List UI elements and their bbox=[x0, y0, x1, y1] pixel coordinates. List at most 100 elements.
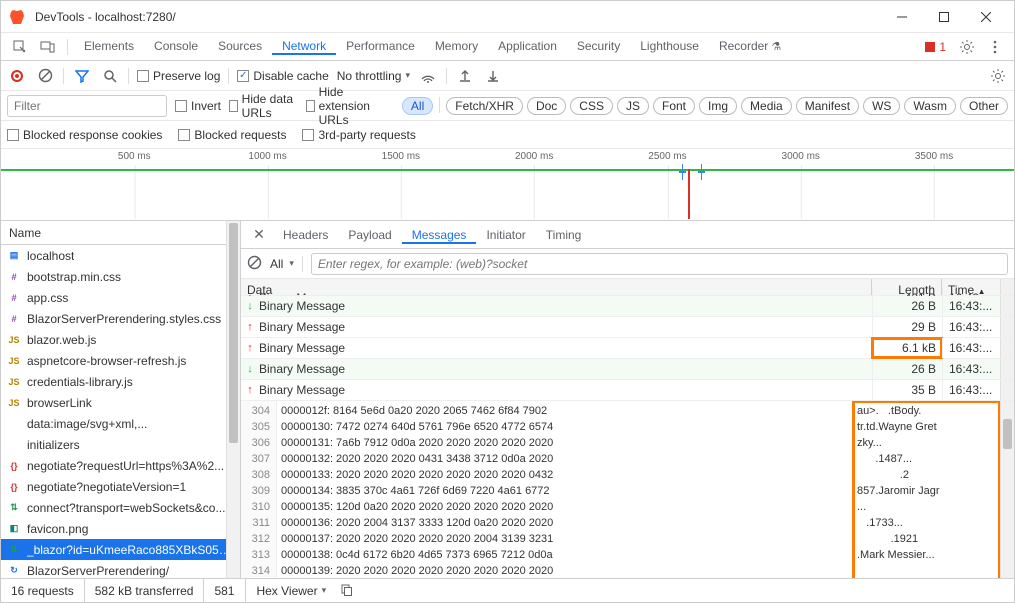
error-count-badge[interactable]: 1 bbox=[919, 40, 952, 54]
disable-cache-checkbox[interactable]: ✓Disable cache bbox=[237, 69, 328, 83]
hex-viewer-toggle[interactable]: Hex Viewer▾ bbox=[246, 584, 336, 598]
network-settings-icon[interactable] bbox=[988, 66, 1008, 86]
request-name: BlazorServerPrerendering.styles.css bbox=[27, 312, 221, 326]
type-pill-img[interactable]: Img bbox=[699, 97, 737, 115]
export-icon[interactable] bbox=[483, 66, 503, 86]
network-conditions-icon[interactable] bbox=[418, 66, 438, 86]
copy-icon[interactable] bbox=[340, 583, 353, 599]
panel-tab-elements[interactable]: Elements bbox=[74, 39, 144, 53]
more-icon[interactable] bbox=[982, 34, 1008, 60]
blocked-requests-checkbox[interactable]: Blocked requests bbox=[178, 128, 286, 142]
request-row[interactable]: ⇅connect?transport=webSockets&co... bbox=[1, 497, 240, 518]
status-requests: 16 requests bbox=[1, 579, 85, 602]
request-row[interactable]: JSbrowserLink bbox=[1, 392, 240, 413]
request-row[interactable]: data:image/svg+xml,... bbox=[1, 413, 240, 434]
titlebar: DevTools - localhost:7280/ bbox=[1, 1, 1014, 33]
type-pill-media[interactable]: Media bbox=[741, 97, 792, 115]
type-pill-font[interactable]: Font bbox=[653, 97, 695, 115]
panel-tab-memory[interactable]: Memory bbox=[425, 39, 488, 53]
clear-messages-icon[interactable] bbox=[247, 255, 262, 273]
type-pill-js[interactable]: JS bbox=[617, 97, 649, 115]
sidebar-scrollbar[interactable] bbox=[226, 221, 240, 578]
type-pill-css[interactable]: CSS bbox=[570, 97, 613, 115]
timeline-tick: 2500 ms bbox=[648, 151, 686, 162]
message-row[interactable]: ↑Binary Message29 B16:43:... bbox=[241, 317, 1014, 338]
message-row[interactable]: ↓Binary Message26 B16:43:... bbox=[241, 359, 1014, 380]
type-pill-wasm[interactable]: Wasm bbox=[904, 97, 956, 115]
type-pill-manifest[interactable]: Manifest bbox=[796, 97, 859, 115]
message-regex-input[interactable] bbox=[311, 253, 1008, 275]
blocked-cookies-checkbox[interactable]: Blocked response cookies bbox=[7, 128, 162, 142]
request-row[interactable]: {}negotiate?requestUrl=https%3A%2... bbox=[1, 455, 240, 476]
minimize-button[interactable] bbox=[882, 3, 922, 31]
message-row[interactable]: ↑Binary Message6.1 kB16:43:... bbox=[241, 338, 1014, 359]
file-type-icon: JS bbox=[7, 396, 21, 410]
message-row[interactable]: ↓Binary Message26 B16:43:... bbox=[241, 296, 1014, 317]
filter-input[interactable] bbox=[7, 95, 167, 117]
search-icon[interactable] bbox=[100, 66, 120, 86]
panel-tab-network[interactable]: Network bbox=[272, 39, 336, 55]
request-row[interactable]: {}negotiate?negotiateVersion=1 bbox=[1, 476, 240, 497]
request-name: aspnetcore-browser-refresh.js bbox=[27, 354, 186, 368]
detail-tab-timing[interactable]: Timing bbox=[536, 228, 592, 242]
panel-tab-sources[interactable]: Sources bbox=[208, 39, 272, 53]
type-pill-other[interactable]: Other bbox=[960, 97, 1008, 115]
type-pill-fetchxhr[interactable]: Fetch/XHR bbox=[446, 97, 523, 115]
request-name: bootstrap.min.css bbox=[27, 270, 121, 284]
request-row[interactable]: JSaspnetcore-browser-refresh.js bbox=[1, 350, 240, 371]
request-row[interactable]: # BlazorServerPrerendering.styles.css bbox=[1, 308, 240, 329]
throttling-select[interactable]: No throttling▾ bbox=[337, 69, 410, 83]
record-button[interactable] bbox=[7, 66, 27, 86]
message-row[interactable]: ↑Binary Message35 B16:43:... bbox=[241, 380, 1014, 401]
request-list-header[interactable]: Name bbox=[1, 221, 240, 245]
request-row[interactable]: JSblazor.web.js bbox=[1, 329, 240, 350]
close-detail-icon[interactable]: ✕ bbox=[247, 223, 271, 247]
hex-bytes[interactable]: 0000012f: 8164 5e6d 0a20 2020 2065 7462 … bbox=[277, 401, 853, 578]
settings-icon[interactable] bbox=[954, 34, 980, 60]
panel-tab-recorder[interactable]: Recorder ⚗ bbox=[709, 39, 791, 53]
request-row[interactable]: initializers bbox=[1, 434, 240, 455]
detail-tab-headers[interactable]: Headers bbox=[273, 228, 338, 242]
request-row[interactable]: ▤localhost bbox=[1, 245, 240, 266]
request-row[interactable]: #app.css bbox=[1, 287, 240, 308]
request-row[interactable]: #bootstrap.min.css bbox=[1, 266, 240, 287]
detail-tab-initiator[interactable]: Initiator bbox=[476, 228, 535, 242]
type-pill-doc[interactable]: Doc bbox=[527, 97, 566, 115]
hide-data-urls-checkbox[interactable]: Hide data URLs bbox=[229, 92, 298, 120]
panel-tab-security[interactable]: Security bbox=[567, 39, 630, 53]
panel-tab-lighthouse[interactable]: Lighthouse bbox=[630, 39, 709, 53]
arrow-up-icon: ↑ bbox=[241, 380, 259, 400]
file-type-icon: # bbox=[7, 312, 21, 326]
request-row[interactable]: ↻BlazorServerPrerendering/ bbox=[1, 560, 240, 578]
third-party-checkbox[interactable]: 3rd-party requests bbox=[302, 128, 415, 142]
panel-tab-application[interactable]: Application bbox=[488, 39, 567, 53]
request-row[interactable]: ⇅_blazor?id=uKmeeRaco885XBkS056... bbox=[1, 539, 240, 560]
detail-panel: ✕ HeadersPayloadMessagesInitiatorTiming … bbox=[241, 221, 1014, 578]
hex-scrollbar[interactable] bbox=[1000, 401, 1014, 578]
hex-ascii[interactable]: au>. .tBody. tr.td.Wayne Gret zky... .14… bbox=[853, 401, 1000, 578]
file-type-icon: ⇅ bbox=[7, 543, 21, 557]
file-type-icon: {} bbox=[7, 480, 21, 494]
clear-button[interactable] bbox=[35, 66, 55, 86]
panel-tab-console[interactable]: Console bbox=[144, 39, 208, 53]
detail-tab-messages[interactable]: Messages bbox=[402, 228, 477, 244]
file-type-icon: {} bbox=[7, 459, 21, 473]
inspect-icon[interactable] bbox=[7, 34, 33, 60]
type-pill-all[interactable]: All bbox=[402, 97, 433, 115]
request-row[interactable]: ◧favicon.png bbox=[1, 518, 240, 539]
detail-tab-payload[interactable]: Payload bbox=[338, 228, 401, 242]
invert-checkbox[interactable]: Invert bbox=[175, 99, 221, 113]
close-window-button[interactable] bbox=[966, 3, 1006, 31]
preserve-log-checkbox[interactable]: Preserve log bbox=[137, 69, 220, 83]
panel-tab-performance[interactable]: Performance bbox=[336, 39, 425, 53]
import-icon[interactable] bbox=[455, 66, 475, 86]
maximize-button[interactable] bbox=[924, 3, 964, 31]
timeline[interactable]: 500 ms1000 ms1500 ms2000 ms2500 ms3000 m… bbox=[1, 151, 1014, 221]
message-type-select[interactable]: All▾ bbox=[270, 257, 294, 271]
filter-toggle-icon[interactable] bbox=[72, 66, 92, 86]
request-name: credentials-library.js bbox=[27, 375, 133, 389]
request-row[interactable]: JScredentials-library.js bbox=[1, 371, 240, 392]
device-toggle-icon[interactable] bbox=[35, 34, 61, 60]
type-pill-ws[interactable]: WS bbox=[863, 97, 900, 115]
file-type-icon: JS bbox=[7, 333, 21, 347]
